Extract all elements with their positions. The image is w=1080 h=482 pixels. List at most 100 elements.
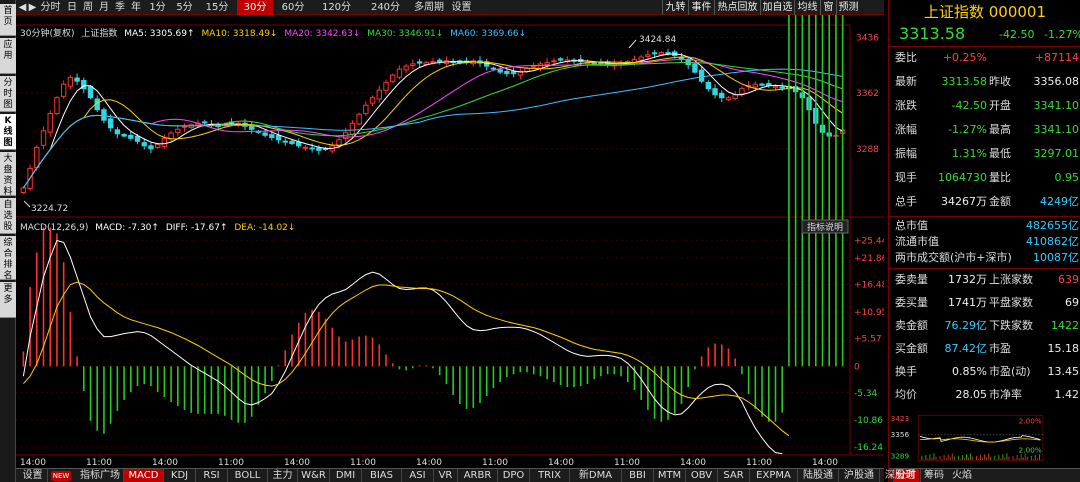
left-tab-3[interactable]: K线图 [0, 114, 16, 150]
indicator-tab-2[interactable]: MACD [124, 469, 164, 482]
price-tick-1: 3362 [856, 89, 879, 99]
candle-body [47, 112, 53, 133]
toolbar-button-1[interactable]: 事件 [688, 0, 714, 15]
indicator-tab-18[interactable]: OBV [686, 469, 718, 482]
indicator-tab-7[interactable]: W&R [298, 469, 330, 482]
left-tab-5[interactable]: 自选股 [0, 198, 16, 234]
candle-body [349, 122, 356, 135]
candle-body [148, 145, 154, 150]
period-tab-13[interactable]: 多周期 [411, 0, 447, 15]
quote-row: 现手 1064730 量比 0.95 [889, 168, 1080, 188]
indicator-tab-15[interactable]: 新DMA [570, 469, 622, 482]
macd-legend-dea: DEA: -14.02↓ [234, 223, 295, 233]
legend-name: 上证指数 [81, 27, 117, 39]
macd-legend: MACD(12,26,9) MACD: -7.30↑ DIFF: -17.67↑… [20, 223, 295, 233]
time-label-6: 14:00 [416, 458, 442, 468]
quote-row: 均价 28.05 市净率 1.42 [889, 385, 1080, 405]
period-tab-14[interactable]: 设置 [449, 0, 474, 15]
indicator-tab-22[interactable]: 沪股通 [839, 469, 880, 482]
candle-body [732, 94, 738, 99]
indicator-tab-8[interactable]: DMI [330, 469, 362, 482]
indicator-tab-20[interactable]: EXPMA [750, 469, 798, 482]
candle-body [497, 69, 503, 73]
period-tab-5[interactable]: 年 [129, 0, 143, 15]
indicator-tab-6[interactable]: 主力 [268, 469, 298, 482]
period-tab-4[interactable]: 季 [113, 0, 127, 15]
macd-legend-diff: DIFF: -17.67↑ [166, 223, 228, 233]
indicator-tab-4[interactable]: RSI [196, 469, 228, 482]
market-row: 总市值 482655亿 [889, 218, 1080, 234]
toolbar-button-5[interactable]: 窗 [820, 0, 836, 15]
period-tab-2[interactable]: 周 [81, 0, 95, 15]
period-tab-6[interactable]: 1分 [145, 0, 170, 15]
quote-label: 市净率 [989, 388, 1022, 401]
indicator-tab-0[interactable]: 设置 [18, 469, 48, 482]
quote-label: 市盈 [989, 342, 1011, 355]
indicator-tab-10[interactable]: ASI [402, 469, 434, 482]
mini-intraday-chart[interactable]: 3423 3356 3289 2.00% 2.00% [889, 410, 1043, 466]
indicator-tab-17[interactable]: MTM [654, 469, 686, 482]
prev-period-arrow-icon[interactable]: ◀ [18, 0, 27, 15]
candle-body [269, 134, 275, 139]
market-value: 10087亿 [1033, 251, 1079, 264]
quote-label: 买金额 [895, 342, 928, 355]
macd-tick-8: -16.24 [854, 443, 883, 453]
period-tab-7[interactable]: 5分 [172, 0, 197, 15]
kline-chart[interactable]: 3436 3362 3288 +25.44 +21.86 +16.48 +10.95 +5.5… [16, 15, 884, 468]
next-period-arrow-icon[interactable]: ▶ [28, 0, 37, 15]
current-price: 3313.58 [899, 24, 966, 43]
indicator-tab-16[interactable]: BBI [622, 469, 654, 482]
index-title: 上证指数 000001 [923, 3, 1047, 21]
period-tab-3[interactable]: 月 [97, 0, 111, 15]
indicator-tab-5[interactable]: BOLL [228, 469, 268, 482]
quote-tab-1[interactable]: 筹码 [921, 469, 947, 482]
quote-label: 换手 [895, 365, 917, 378]
quote-tab-2[interactable]: 火焰 [949, 469, 975, 482]
quote-value: 87.42亿 [944, 342, 988, 355]
candle-body [725, 97, 732, 101]
toolbar-button-4[interactable]: 均线 [794, 0, 820, 15]
indicator-tab-9[interactable]: BIAS [362, 469, 402, 482]
candle-body [551, 60, 557, 63]
indicator-tab-12[interactable]: ARBR [458, 469, 498, 482]
toolbar-button-0[interactable]: 九转 [662, 0, 688, 15]
candle-body [531, 65, 537, 68]
period-tab-10[interactable]: 60分 [275, 0, 311, 15]
indicator-tab-23[interactable]: 深股通 [880, 469, 921, 482]
indicator-tab-21[interactable]: 陆股通 [798, 469, 839, 482]
toolbar-button-6[interactable]: 预测 [836, 0, 860, 15]
time-label-0: 14:00 [20, 458, 46, 468]
indicator-tab-14[interactable]: TRIX [530, 469, 570, 482]
left-tab-1[interactable]: 应用 [0, 38, 16, 74]
toolbar-button-2[interactable]: 热点回放 [714, 0, 760, 15]
left-tab-6[interactable]: 综合排名 [0, 236, 16, 280]
left-tab-2[interactable]: 分时图 [0, 76, 16, 112]
period-tab-12[interactable]: 240分 [362, 0, 409, 15]
quote-value: 15.18 [1047, 342, 1080, 355]
indicator-tab-13[interactable]: DPO [498, 469, 530, 482]
indicator-tab-11[interactable]: VR [434, 469, 458, 482]
period-tab-1[interactable]: 日 [65, 0, 79, 15]
macd-tick-4: +5.57 [854, 335, 882, 345]
quote-label: 最新 [895, 75, 917, 88]
indicator-tab-19[interactable]: SAR [718, 469, 750, 482]
period-tab-9[interactable]: 30分 [237, 0, 273, 15]
period-tab-0[interactable]: 分时 [38, 0, 63, 15]
low-label: 3224.72 [31, 204, 68, 214]
indicator-tab-3[interactable]: KDJ [164, 469, 196, 482]
period-tab-8[interactable]: 15分 [199, 0, 235, 15]
candle-body [74, 77, 80, 82]
quote-value: 4249亿 [1040, 195, 1079, 208]
left-tab-7[interactable]: 更多 [0, 282, 16, 318]
indicator-tab-1[interactable]: 指标广场 NEW [48, 469, 124, 482]
price-tick-0: 3436 [856, 34, 879, 44]
market-label: 两市成交额(沪市+深市) [895, 251, 1012, 264]
candle-body [369, 97, 376, 104]
left-tab-4[interactable]: 大盘资料 [0, 152, 16, 196]
candle-body [67, 76, 74, 87]
toolbar-button-3[interactable]: 加自选 [760, 0, 794, 15]
left-tab-0[interactable]: 首页 [0, 4, 16, 36]
indicator-help-label: 指标说明 [807, 221, 843, 233]
candle-body [544, 61, 550, 66]
period-tab-11[interactable]: 120分 [313, 0, 360, 15]
